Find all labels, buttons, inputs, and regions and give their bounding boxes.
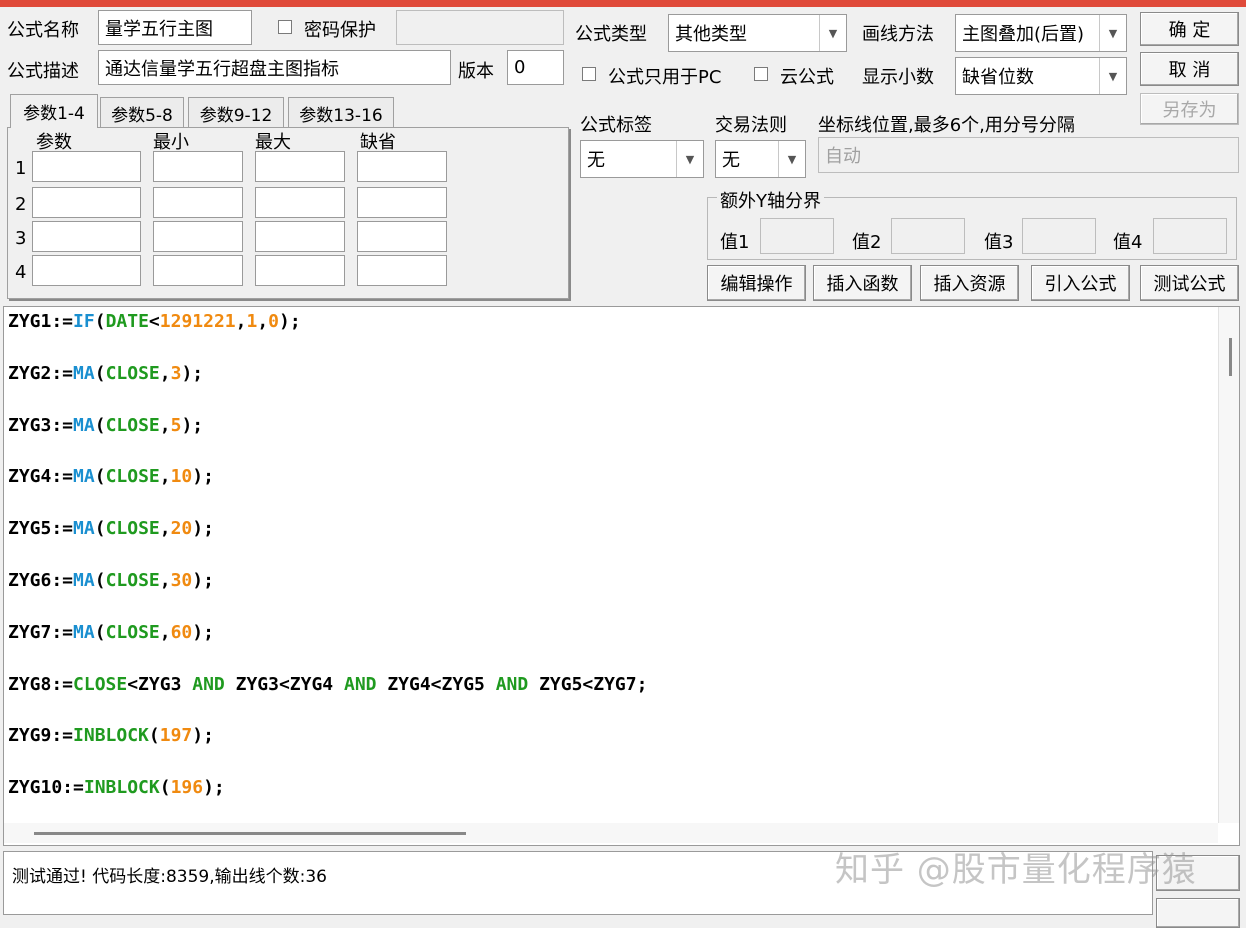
- trade-rule-value: 无: [722, 150, 740, 171]
- axis-position-input: 自动: [818, 137, 1239, 173]
- formula-name-input[interactable]: 量学五行主图: [98, 10, 252, 45]
- pc-only-checkbox[interactable]: [582, 67, 596, 81]
- watermark-text: 知乎 @股市量化程序猿: [835, 850, 1197, 890]
- value4-label: 值4: [1113, 232, 1143, 253]
- tab-params-1-4[interactable]: 参数1-4: [10, 94, 98, 128]
- test-formula-button[interactable]: 测试公式: [1140, 265, 1239, 301]
- param-row-label: 2: [15, 194, 27, 215]
- decimals-select[interactable]: 缺省位数 ▼: [955, 57, 1127, 95]
- param-2-min-input[interactable]: [153, 187, 243, 218]
- tab-params-5-8[interactable]: 参数5-8: [100, 97, 184, 128]
- chevron-down-icon[interactable]: ▼: [819, 15, 846, 51]
- trade-rule-label: 交易法则: [715, 115, 787, 136]
- formula-type-label: 公式类型: [575, 24, 647, 45]
- insert-function-button[interactable]: 插入函数: [813, 265, 912, 301]
- formula-tag-select[interactable]: 无 ▼: [580, 140, 704, 178]
- decimals-value: 缺省位数: [962, 67, 1034, 88]
- extra-y-axis-label: 额外Y轴分界: [717, 187, 824, 213]
- edit-operations-button[interactable]: 编辑操作: [707, 265, 806, 301]
- value3-input: [1022, 218, 1096, 254]
- trade-rule-select[interactable]: 无 ▼: [715, 140, 806, 178]
- formula-type-value: 其他类型: [675, 24, 747, 45]
- param-row-label: 3: [15, 228, 27, 249]
- cloud-formula-label: 云公式: [780, 67, 834, 88]
- chevron-down-icon[interactable]: ▼: [1099, 15, 1126, 51]
- value1-label: 值1: [720, 232, 750, 253]
- version-input[interactable]: 0: [507, 50, 564, 85]
- pc-only-label: 公式只用于PC: [608, 67, 722, 88]
- code-line[interactable]: ZYG7:=MA(CLOSE,60);: [8, 622, 214, 643]
- draw-method-label: 画线方法: [862, 24, 934, 45]
- formula-type-select[interactable]: 其他类型 ▼: [668, 14, 847, 52]
- draw-method-select[interactable]: 主图叠加(后置) ▼: [955, 14, 1127, 52]
- test-result-button[interactable]: [1156, 898, 1240, 928]
- formula-tag-label: 公式标签: [580, 115, 652, 136]
- version-label: 版本: [458, 61, 494, 82]
- value2-label: 值2: [852, 232, 882, 253]
- code-line[interactable]: ZYG8:=CLOSE<ZYG3 AND ZYG3<ZYG4 AND ZYG4<…: [8, 674, 647, 695]
- param-1-name-input[interactable]: [32, 151, 141, 182]
- param-1-min-input[interactable]: [153, 151, 243, 182]
- value1-input: [760, 218, 834, 254]
- code-line[interactable]: ZYG9:=INBLOCK(197);: [8, 725, 214, 746]
- tab-params-13-16[interactable]: 参数13-16: [288, 97, 394, 128]
- formula-name-label: 公式名称: [7, 20, 79, 41]
- password-protect-label: 密码保护: [304, 20, 376, 41]
- code-editor[interactable]: ZYG1:=IF(DATE<1291221,1,0); ZYG2:=MA(CLOS…: [3, 306, 1240, 846]
- param-3-max-input[interactable]: [255, 221, 345, 252]
- param-3-name-input[interactable]: [32, 221, 141, 252]
- insert-resource-button[interactable]: 插入资源: [920, 265, 1019, 301]
- param-1-max-input[interactable]: [255, 151, 345, 182]
- password-input: [396, 10, 564, 45]
- value3-label: 值3: [984, 232, 1014, 253]
- password-protect-checkbox[interactable]: [278, 20, 292, 34]
- import-formula-button[interactable]: 引入公式: [1031, 265, 1130, 301]
- param-row-label: 4: [15, 262, 27, 283]
- cancel-button[interactable]: 取 消: [1140, 52, 1239, 86]
- decimals-label: 显示小数: [862, 67, 934, 88]
- param-3-min-input[interactable]: [153, 221, 243, 252]
- param-2-name-input[interactable]: [32, 187, 141, 218]
- param-1-default-input[interactable]: [357, 151, 447, 182]
- code-line[interactable]: ZYG10:=INBLOCK(196);: [8, 777, 225, 798]
- chevron-down-icon[interactable]: ▼: [1099, 58, 1126, 94]
- formula-desc-label: 公式描述: [7, 61, 79, 82]
- chevron-down-icon[interactable]: ▼: [676, 141, 703, 177]
- chevron-down-icon[interactable]: ▼: [778, 141, 805, 177]
- param-row-label: 1: [15, 158, 27, 179]
- param-2-default-input[interactable]: [357, 187, 447, 218]
- param-2-max-input[interactable]: [255, 187, 345, 218]
- code-line[interactable]: ZYG3:=MA(CLOSE,5);: [8, 415, 203, 436]
- cloud-formula-checkbox[interactable]: [754, 67, 768, 81]
- code-line[interactable]: ZYG4:=MA(CLOSE,10);: [8, 466, 214, 487]
- save-as-button: 另存为: [1140, 93, 1239, 125]
- draw-method-value: 主图叠加(后置): [962, 24, 1085, 45]
- editor-horizontal-scroll-thumb[interactable]: [34, 832, 466, 835]
- param-4-max-input[interactable]: [255, 255, 345, 286]
- value4-input: [1153, 218, 1227, 254]
- editor-vertical-scroll-thumb[interactable]: [1229, 338, 1232, 376]
- window-top-border: [0, 0, 1246, 7]
- tab-params-9-12[interactable]: 参数9-12: [188, 97, 284, 128]
- code-line[interactable]: ZYG2:=MA(CLOSE,3);: [8, 363, 203, 384]
- axis-position-label: 坐标线位置,最多6个,用分号分隔: [818, 115, 1075, 136]
- param-4-name-input[interactable]: [32, 255, 141, 286]
- code-line[interactable]: ZYG5:=MA(CLOSE,20);: [8, 518, 214, 539]
- param-4-default-input[interactable]: [357, 255, 447, 286]
- code-line[interactable]: ZYG6:=MA(CLOSE,30);: [8, 570, 214, 591]
- param-4-min-input[interactable]: [153, 255, 243, 286]
- test-result-message: 测试通过! 代码长度:8359,输出线个数:36: [12, 867, 327, 887]
- formula-desc-input[interactable]: 通达信量学五行超盘主图指标: [98, 50, 451, 85]
- ok-button[interactable]: 确 定: [1140, 12, 1239, 46]
- formula-tag-value: 无: [587, 150, 605, 171]
- value2-input: [891, 218, 965, 254]
- editor-vertical-scrollbar[interactable]: [1218, 307, 1239, 823]
- param-3-default-input[interactable]: [357, 221, 447, 252]
- code-line[interactable]: ZYG1:=IF(DATE<1291221,1,0);: [8, 311, 301, 332]
